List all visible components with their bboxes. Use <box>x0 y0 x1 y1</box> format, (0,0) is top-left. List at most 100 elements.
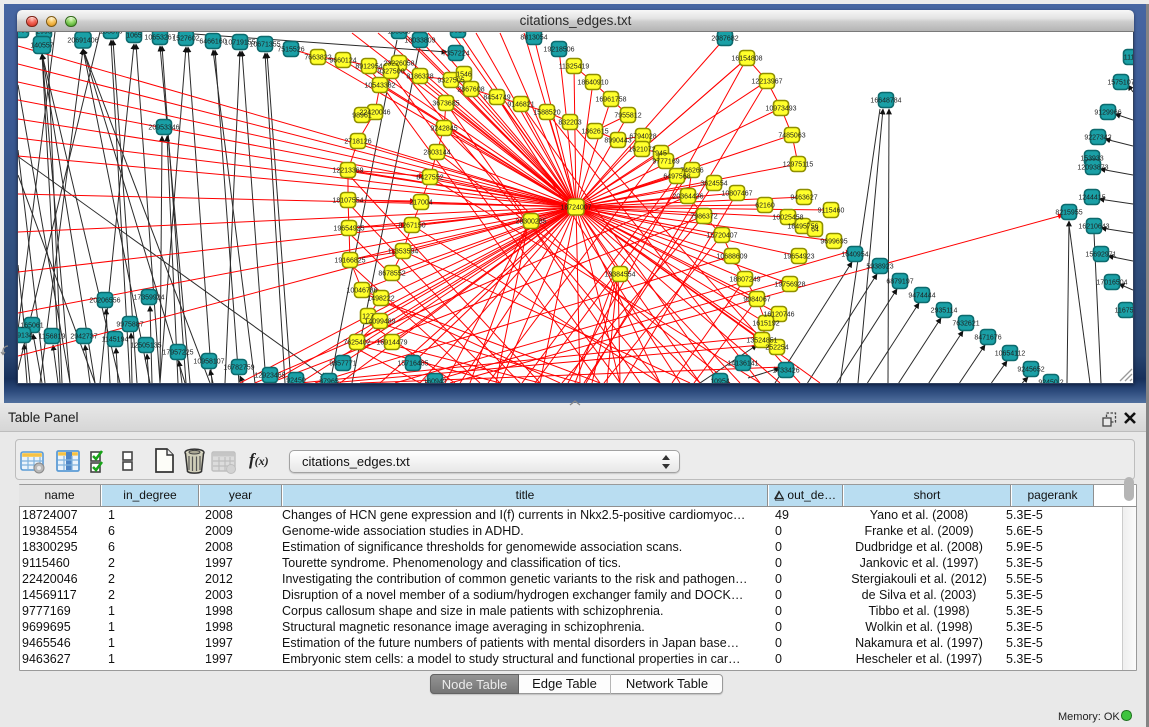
svg-text:14099489: 14099489 <box>364 319 395 326</box>
svg-text:11353594: 11353594 <box>388 249 419 256</box>
svg-text:1065: 1065 <box>126 33 142 40</box>
svg-text:19166825: 19166825 <box>334 258 365 265</box>
svg-text:1117: 1117 <box>1124 55 1133 62</box>
svg-text:18724007: 18724007 <box>560 205 591 212</box>
svg-text:16648784: 16648784 <box>870 98 901 105</box>
svg-text:14136141: 14136141 <box>727 361 758 368</box>
svg-text:9245652: 9245652 <box>1017 367 1044 374</box>
svg-text:15716485: 15716485 <box>397 361 428 368</box>
svg-text:10671355: 10671355 <box>249 42 280 49</box>
svg-text:7663822: 7663822 <box>304 55 331 62</box>
svg-text:12505135: 12505135 <box>130 343 161 350</box>
svg-text:1244415: 1244415 <box>1078 195 1105 202</box>
svg-text:8454749: 8454749 <box>483 95 510 102</box>
svg-text:8215955: 8215955 <box>1055 210 1082 217</box>
svg-text:39134: 39134 <box>18 333 33 340</box>
svg-text:28300285: 28300285 <box>515 219 546 226</box>
svg-text:5938923: 5938923 <box>866 264 893 271</box>
svg-text:12923465: 12923465 <box>254 373 285 380</box>
svg-text:217004: 217004 <box>409 200 432 207</box>
svg-text:6466160: 6466160 <box>199 39 226 46</box>
svg-text:7485063: 7485063 <box>778 133 805 140</box>
svg-text:8813054: 8813054 <box>520 35 547 42</box>
svg-text:6879197: 6879197 <box>886 279 913 286</box>
svg-text:19384554: 19384554 <box>604 272 635 279</box>
svg-text:3624554: 3624554 <box>700 181 727 188</box>
svg-text:10025458: 10025458 <box>772 215 803 222</box>
svg-text:92450 2: 92450 2 <box>1038 380 1063 384</box>
svg-text:2867608: 2867608 <box>457 87 484 94</box>
svg-text:17016504: 17016504 <box>1096 280 1127 287</box>
svg-text:19218506: 19218506 <box>543 47 574 54</box>
svg-text:1621072: 1621072 <box>628 147 655 154</box>
svg-text:7986372: 7986372 <box>690 214 717 221</box>
svg-text:8267150: 8267150 <box>398 223 425 230</box>
svg-text:10958107: 10958107 <box>193 359 224 366</box>
svg-text:19654925: 19654925 <box>333 226 364 233</box>
svg-text:9975887: 9975887 <box>116 322 143 329</box>
svg-text:7357224: 7357224 <box>442 51 469 58</box>
svg-text:1156819: 1156819 <box>39 334 66 341</box>
svg-text:10688609: 10688609 <box>716 254 747 261</box>
svg-text:9146821: 9146821 <box>507 102 534 109</box>
svg-text:18807249: 18807249 <box>729 277 760 284</box>
svg-text:188379: 188379 <box>99 32 122 36</box>
svg-text:2935114: 2935114 <box>931 308 958 315</box>
svg-text:252254: 252254 <box>765 345 788 352</box>
svg-text:10046736: 10046736 <box>346 288 377 295</box>
svg-text:19654923: 19654923 <box>783 254 814 261</box>
svg-text:13524851: 13524851 <box>746 338 777 345</box>
svg-text:1733426: 1733426 <box>772 368 799 375</box>
svg-text:8471676: 8471676 <box>974 335 1001 342</box>
svg-text:140557: 140557 <box>30 43 53 50</box>
svg-text:165061: 165061 <box>20 323 43 330</box>
svg-text:10654112: 10654112 <box>995 351 1026 358</box>
svg-text:64: 64 <box>811 227 819 234</box>
svg-text:19756928: 19756928 <box>774 282 805 289</box>
svg-text:12213967: 12213967 <box>751 79 782 86</box>
svg-text:16210643: 16210643 <box>1078 224 1109 231</box>
svg-text:1527602: 1527602 <box>172 36 199 43</box>
svg-text:8990443: 8990443 <box>604 138 631 145</box>
svg-text:7515526: 7515526 <box>277 47 304 54</box>
svg-text:20206556: 20206556 <box>89 298 120 305</box>
svg-text:2995: 2995 <box>36 32 52 36</box>
svg-text:9129966: 9129966 <box>1094 110 1121 117</box>
svg-text:116753: 116753 <box>1115 308 1133 315</box>
svg-text:6497568: 6497568 <box>663 174 690 181</box>
svg-text:8813: 8813 <box>450 32 466 35</box>
svg-text:10954: 10954 <box>710 379 730 384</box>
svg-text:23226058: 23226058 <box>383 61 414 68</box>
svg-text:3673685: 3673685 <box>432 101 459 108</box>
svg-text:16961758: 16961758 <box>595 97 626 104</box>
svg-text:1362615: 1362615 <box>581 129 608 136</box>
svg-text:7632621: 7632621 <box>952 321 979 328</box>
svg-text:16914479: 16914479 <box>376 340 407 347</box>
svg-text:2087682: 2087682 <box>711 36 738 43</box>
svg-text:17359924: 17359924 <box>133 295 164 302</box>
svg-text:8427552: 8427552 <box>416 175 443 182</box>
svg-text:20364436: 20364436 <box>672 194 703 201</box>
svg-text:9777169: 9777169 <box>652 159 679 166</box>
svg-text:87965: 87965 <box>319 379 339 384</box>
svg-text:2718126: 2718126 <box>344 139 371 146</box>
svg-text:12213369: 12213369 <box>332 168 363 175</box>
svg-text:92450: 92450 <box>286 378 306 384</box>
svg-text:98961: 98961 <box>352 113 372 120</box>
svg-text:6794028: 6794028 <box>629 134 656 141</box>
svg-text:15720407: 15720407 <box>706 233 737 240</box>
svg-text:9327500: 9327500 <box>377 69 404 76</box>
svg-text:9463627: 9463627 <box>790 195 817 202</box>
svg-text:8186328: 8186328 <box>406 74 433 81</box>
svg-text:7625402: 7625402 <box>343 340 370 347</box>
svg-text:9115460: 9115460 <box>818 208 845 215</box>
svg-text:16782759: 16782759 <box>223 365 254 372</box>
svg-text:9857771: 9857771 <box>329 361 356 368</box>
svg-text:832203: 832203 <box>558 120 581 127</box>
svg-text:16154808: 16154808 <box>731 56 762 63</box>
svg-text:1498222: 1498222 <box>367 296 394 303</box>
svg-text:9474444: 9474444 <box>908 293 935 300</box>
svg-text:1145194: 1145194 <box>102 337 129 344</box>
svg-text:10973493: 10973493 <box>765 106 796 113</box>
svg-text:1588520: 1588520 <box>533 110 560 117</box>
